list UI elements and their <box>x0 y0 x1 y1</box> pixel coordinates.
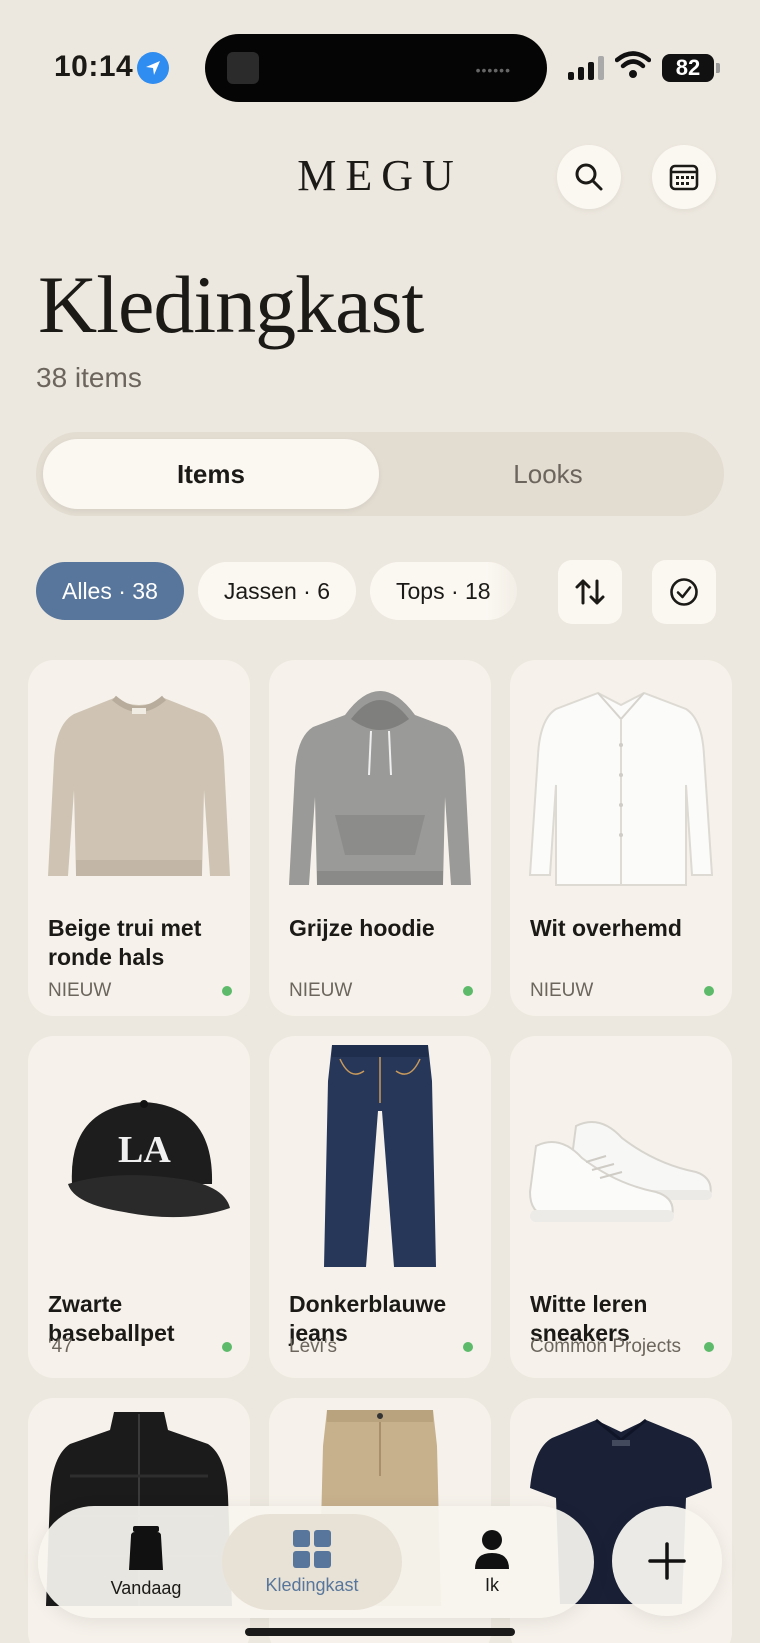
sort-button[interactable] <box>558 560 622 624</box>
item-name: Beige trui met ronde hals <box>48 915 202 970</box>
nav-label: Kledingkast <box>265 1574 359 1595</box>
item-brand: Levi's <box>289 1336 337 1357</box>
item-card[interactable]: LA Zwarte baseballpet '47 <box>28 1036 250 1378</box>
app-logo: MEGU <box>297 151 463 200</box>
sort-arrows-icon <box>575 579 605 605</box>
item-card[interactable]: Witte leren sneakers Common Projects <box>510 1036 732 1378</box>
status-dot <box>222 986 232 996</box>
jar-icon <box>129 1525 163 1570</box>
view-switcher: Items Looks <box>36 432 724 516</box>
item-brand: Common Projects <box>530 1336 681 1357</box>
checkmark-circle-icon <box>670 578 698 606</box>
item-card[interactable]: Beige trui met ronde hals NIEUW <box>28 660 250 1016</box>
filter-chip-jassen[interactable]: Jassen · 6 <box>197 562 356 620</box>
home-indicator <box>245 1628 515 1636</box>
select-button[interactable] <box>652 560 716 624</box>
location-arrow-icon <box>137 52 169 84</box>
nav-item-kledingkast[interactable]: Kledingkast <box>222 1514 402 1610</box>
shirt-image <box>510 660 732 910</box>
item-card[interactable]: Donkerblauwe jeans Levi's <box>269 1036 491 1378</box>
status-bar: 10:14 •••••• 82 <box>0 0 760 140</box>
status-dot <box>463 1342 473 1352</box>
tab-items[interactable]: Items <box>43 439 379 509</box>
search-icon <box>575 163 603 191</box>
item-brand: NIEUW <box>48 980 112 1001</box>
nav-item-ik[interactable]: Ik <box>402 1514 582 1610</box>
item-brand: '47 <box>48 1336 73 1357</box>
cellular-signal-icon <box>568 56 604 80</box>
battery-icon: 82 <box>662 54 720 82</box>
status-time: 10:14 <box>54 50 134 83</box>
camera-icon <box>227 52 259 84</box>
cap-image: LA <box>28 1036 250 1286</box>
dynamic-island: •••••• <box>205 34 547 102</box>
dots-icon: •••••• <box>475 62 511 78</box>
tab-looks[interactable]: Looks <box>379 439 717 509</box>
wifi-icon <box>614 50 652 85</box>
status-dot <box>704 1342 714 1352</box>
item-card[interactable]: Wit overhemd NIEUW <box>510 660 732 1016</box>
nav-label: Ik <box>484 1574 499 1595</box>
plus-icon <box>648 1542 686 1580</box>
add-item-button[interactable] <box>612 1506 722 1616</box>
sweater-image <box>28 660 250 910</box>
status-dot <box>704 986 714 996</box>
jeans-image <box>269 1036 491 1276</box>
item-name: Grijze hoodie <box>289 915 435 941</box>
sneakers-image <box>510 1036 732 1286</box>
person-icon <box>475 1529 509 1569</box>
calendar-icon <box>669 164 699 191</box>
filter-chips: Alles · 38 Jassen · 6 Tops · 18 <box>36 562 536 622</box>
item-name: Wit overhemd <box>530 915 682 941</box>
calendar-button[interactable] <box>652 145 716 209</box>
nav-label: Vandaag <box>110 1577 182 1598</box>
page-title: Kledingkast <box>38 259 424 350</box>
item-brand: NIEUW <box>289 980 353 1001</box>
filter-chip-tops[interactable]: Tops · 18 <box>369 562 517 620</box>
svg-text:LA: LA <box>118 1129 171 1171</box>
status-dot <box>463 986 473 996</box>
item-brand: NIEUW <box>530 980 594 1001</box>
filter-chip-alles[interactable]: Alles · 38 <box>36 562 184 620</box>
search-button[interactable] <box>557 145 621 209</box>
status-dot <box>222 1342 232 1352</box>
battery-level: 82 <box>675 55 701 80</box>
grid-icon <box>293 1529 331 1568</box>
nav-item-vandaag[interactable]: Vandaag <box>56 1514 236 1610</box>
item-count: 38 items <box>36 362 142 393</box>
item-name: Zwarte baseballpet <box>48 1291 175 1346</box>
item-card[interactable]: Grijze hoodie NIEUW <box>269 660 491 1016</box>
bottom-nav: Vandaag Kledingkast Ik <box>38 1506 594 1618</box>
hoodie-image <box>269 660 491 910</box>
